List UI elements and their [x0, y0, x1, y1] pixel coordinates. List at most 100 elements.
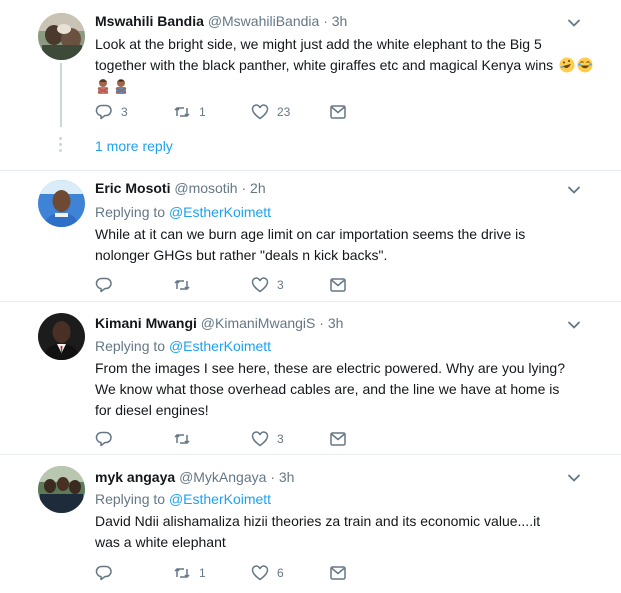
- retweet-button[interactable]: 1: [173, 102, 206, 122]
- timestamp[interactable]: 2h: [250, 180, 266, 196]
- like-icon: [251, 104, 269, 120]
- replying-to-mention[interactable]: @EstherKoimett: [169, 338, 271, 354]
- reply-button[interactable]: [95, 563, 121, 583]
- replying-to: Replying to @EstherKoimett: [95, 203, 271, 221]
- like-button[interactable]: 6: [251, 563, 284, 583]
- direct-message-button[interactable]: [329, 102, 347, 122]
- tweet-actions: 3: [95, 429, 395, 449]
- reply-icon: [95, 104, 112, 120]
- like-button[interactable]: 3: [251, 429, 284, 449]
- retweet-icon: [174, 280, 190, 290]
- avatar[interactable]: [38, 466, 85, 513]
- tweet-actions: 3 1 23: [95, 102, 395, 122]
- like-icon: [251, 565, 269, 581]
- tweet-4[interactable]: myk angaya @MykAngaya · 3h Replying to @…: [0, 455, 621, 593]
- chevron-down-icon[interactable]: [567, 318, 581, 332]
- like-button[interactable]: 3: [251, 275, 284, 295]
- reply-button[interactable]: [95, 429, 121, 449]
- timestamp[interactable]: 3h: [332, 13, 348, 29]
- tweet-actions: 3: [95, 275, 395, 295]
- avatar[interactable]: [38, 180, 85, 227]
- separator-dot: ·: [241, 180, 247, 196]
- chevron-down-icon[interactable]: [567, 16, 581, 30]
- display-name[interactable]: Mswahili Bandia: [95, 13, 204, 29]
- like-count: 23: [277, 105, 291, 119]
- display-name[interactable]: Kimani Mwangi: [95, 315, 197, 331]
- direct-message-button[interactable]: [329, 563, 347, 583]
- display-name[interactable]: Eric Mosoti: [95, 180, 170, 196]
- tweet-text: David Ndii alishamaliza hizii theories z…: [95, 513, 541, 550]
- like-button[interactable]: 23: [251, 102, 290, 122]
- retweet-button[interactable]: [173, 275, 199, 295]
- message-icon: [330, 105, 346, 119]
- tweet-text: While at it can we burn age limit on car…: [95, 226, 526, 263]
- username[interactable]: @MswahiliBandia: [208, 13, 319, 29]
- avatar-image: [38, 313, 85, 360]
- tweet-text: Look at the bright side, we might just a…: [95, 34, 595, 97]
- tweet-header: Kimani Mwangi @KimaniMwangiS · 3h: [95, 314, 343, 332]
- tweet-3[interactable]: Kimani Mwangi @KimaniMwangiS · 3h Replyi…: [0, 302, 621, 454]
- more-replies-link[interactable]: 1 more reply: [95, 138, 173, 154]
- thread-line: [60, 63, 62, 127]
- timestamp[interactable]: 3h: [279, 469, 295, 485]
- separator-dot: ·: [270, 469, 275, 485]
- separator-dot: ·: [323, 13, 328, 29]
- retweet-button[interactable]: [173, 429, 199, 449]
- username[interactable]: @KimaniMwangiS: [201, 315, 316, 331]
- thread-dots: [59, 137, 62, 155]
- username[interactable]: @MykAngaya: [179, 469, 266, 485]
- direct-message-button[interactable]: [329, 275, 347, 295]
- like-count: 6: [277, 566, 284, 580]
- like-count: 3: [277, 432, 284, 446]
- retweet-count: 1: [199, 105, 206, 119]
- avatar-image: [38, 466, 85, 513]
- reply-icon: [95, 431, 112, 447]
- replying-to-label: Replying to: [95, 491, 166, 507]
- like-count: 3: [277, 278, 284, 292]
- timestamp[interactable]: 3h: [328, 315, 344, 331]
- tweet-header: Eric Mosoti @mosotih · 2h: [95, 179, 266, 197]
- tweet-text-content: Look at the bright side, we might just a…: [95, 36, 554, 73]
- reply-button[interactable]: [95, 275, 121, 295]
- tweet-header: Mswahili Bandia @MswahiliBandia · 3h: [95, 12, 347, 30]
- tweet-text: From the images I see here, these are el…: [95, 360, 565, 418]
- replying-to-label: Replying to: [95, 338, 166, 354]
- retweet-icon: [174, 107, 190, 117]
- tweet-actions: 1 6: [95, 563, 395, 583]
- tweet-1[interactable]: Mswahili Bandia @MswahiliBandia · 3h Loo…: [0, 0, 621, 170]
- retweet-count: 1: [199, 566, 206, 580]
- chevron-down-icon[interactable]: [567, 471, 581, 485]
- tweet-header: myk angaya @MykAngaya · 3h: [95, 468, 294, 486]
- message-icon: [330, 278, 346, 292]
- woman-gesturing-no-emoji-icon: [97, 79, 109, 94]
- replying-to-label: Replying to: [95, 204, 166, 220]
- message-icon: [330, 566, 346, 580]
- display-name[interactable]: myk angaya: [95, 469, 175, 485]
- like-icon: [251, 431, 269, 447]
- reply-count: 3: [121, 105, 128, 119]
- man-gesturing-no-emoji-icon: [115, 79, 127, 94]
- chevron-down-icon[interactable]: [567, 183, 581, 197]
- replying-to-mention[interactable]: @EstherKoimett: [169, 204, 271, 220]
- rofl-emoji-icon: [559, 57, 575, 73]
- joy-emoji-icon: [577, 57, 593, 73]
- avatar[interactable]: [38, 313, 85, 360]
- reply-icon: [95, 277, 112, 293]
- avatar-image: [38, 180, 85, 227]
- retweet-button[interactable]: 1: [173, 563, 206, 583]
- replying-to: Replying to @EstherKoimett: [95, 490, 271, 508]
- separator-dot: ·: [319, 315, 324, 331]
- reply-button[interactable]: 3: [95, 102, 128, 122]
- like-icon: [251, 277, 269, 293]
- avatar[interactable]: [38, 13, 85, 60]
- direct-message-button[interactable]: [329, 429, 347, 449]
- avatar-image: [38, 13, 85, 60]
- message-icon: [330, 432, 346, 446]
- retweet-icon: [174, 434, 190, 444]
- replying-to: Replying to @EstherKoimett: [95, 337, 271, 355]
- replying-to-mention[interactable]: @EstherKoimett: [169, 491, 271, 507]
- retweet-icon: [174, 568, 190, 578]
- username[interactable]: @mosotih: [174, 180, 237, 196]
- tweet-2[interactable]: Eric Mosoti @mosotih · 2h Replying to @E…: [0, 171, 621, 301]
- reply-icon: [95, 565, 112, 581]
